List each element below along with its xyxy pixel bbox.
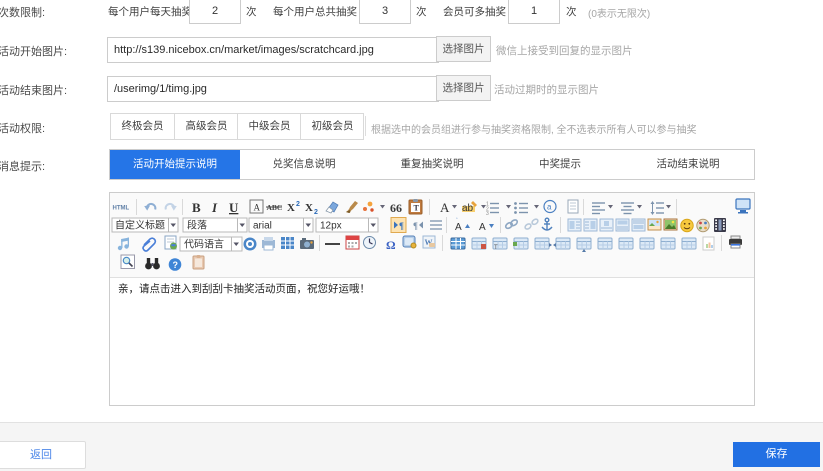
svg-text:A: A xyxy=(254,203,261,213)
svg-text:段落: 段落 xyxy=(187,219,207,232)
svg-text:Ω: Ω xyxy=(386,238,396,252)
svg-text:X: X xyxy=(305,202,313,214)
svg-text:?: ? xyxy=(173,260,179,270)
svg-text:自定义标题: 自定义标题 xyxy=(115,219,165,232)
svg-text:B: B xyxy=(192,200,201,215)
svg-text:代码语言: 代码语言 xyxy=(184,238,224,251)
svg-text:HTML: HTML xyxy=(113,206,130,212)
svg-text:2: 2 xyxy=(314,209,318,216)
svg-text:3: 3 xyxy=(486,211,489,217)
svg-text:12px: 12px xyxy=(320,221,342,232)
svg-text:I: I xyxy=(211,200,218,215)
svg-text:U: U xyxy=(229,200,239,215)
svg-text:ab: ab xyxy=(462,203,474,214)
svg-text:¶: ¶ xyxy=(399,221,404,231)
svg-text:a: a xyxy=(547,203,552,212)
svg-text:A: A xyxy=(440,200,450,215)
svg-text:T: T xyxy=(494,245,498,251)
svg-text:¶: ¶ xyxy=(413,221,418,231)
svg-text:66: 66 xyxy=(390,201,402,215)
svg-text:X: X xyxy=(287,202,295,214)
svg-text:2: 2 xyxy=(296,201,300,208)
svg-text:arial: arial xyxy=(253,221,272,232)
svg-text:A: A xyxy=(479,222,486,233)
svg-text:T: T xyxy=(414,204,420,213)
